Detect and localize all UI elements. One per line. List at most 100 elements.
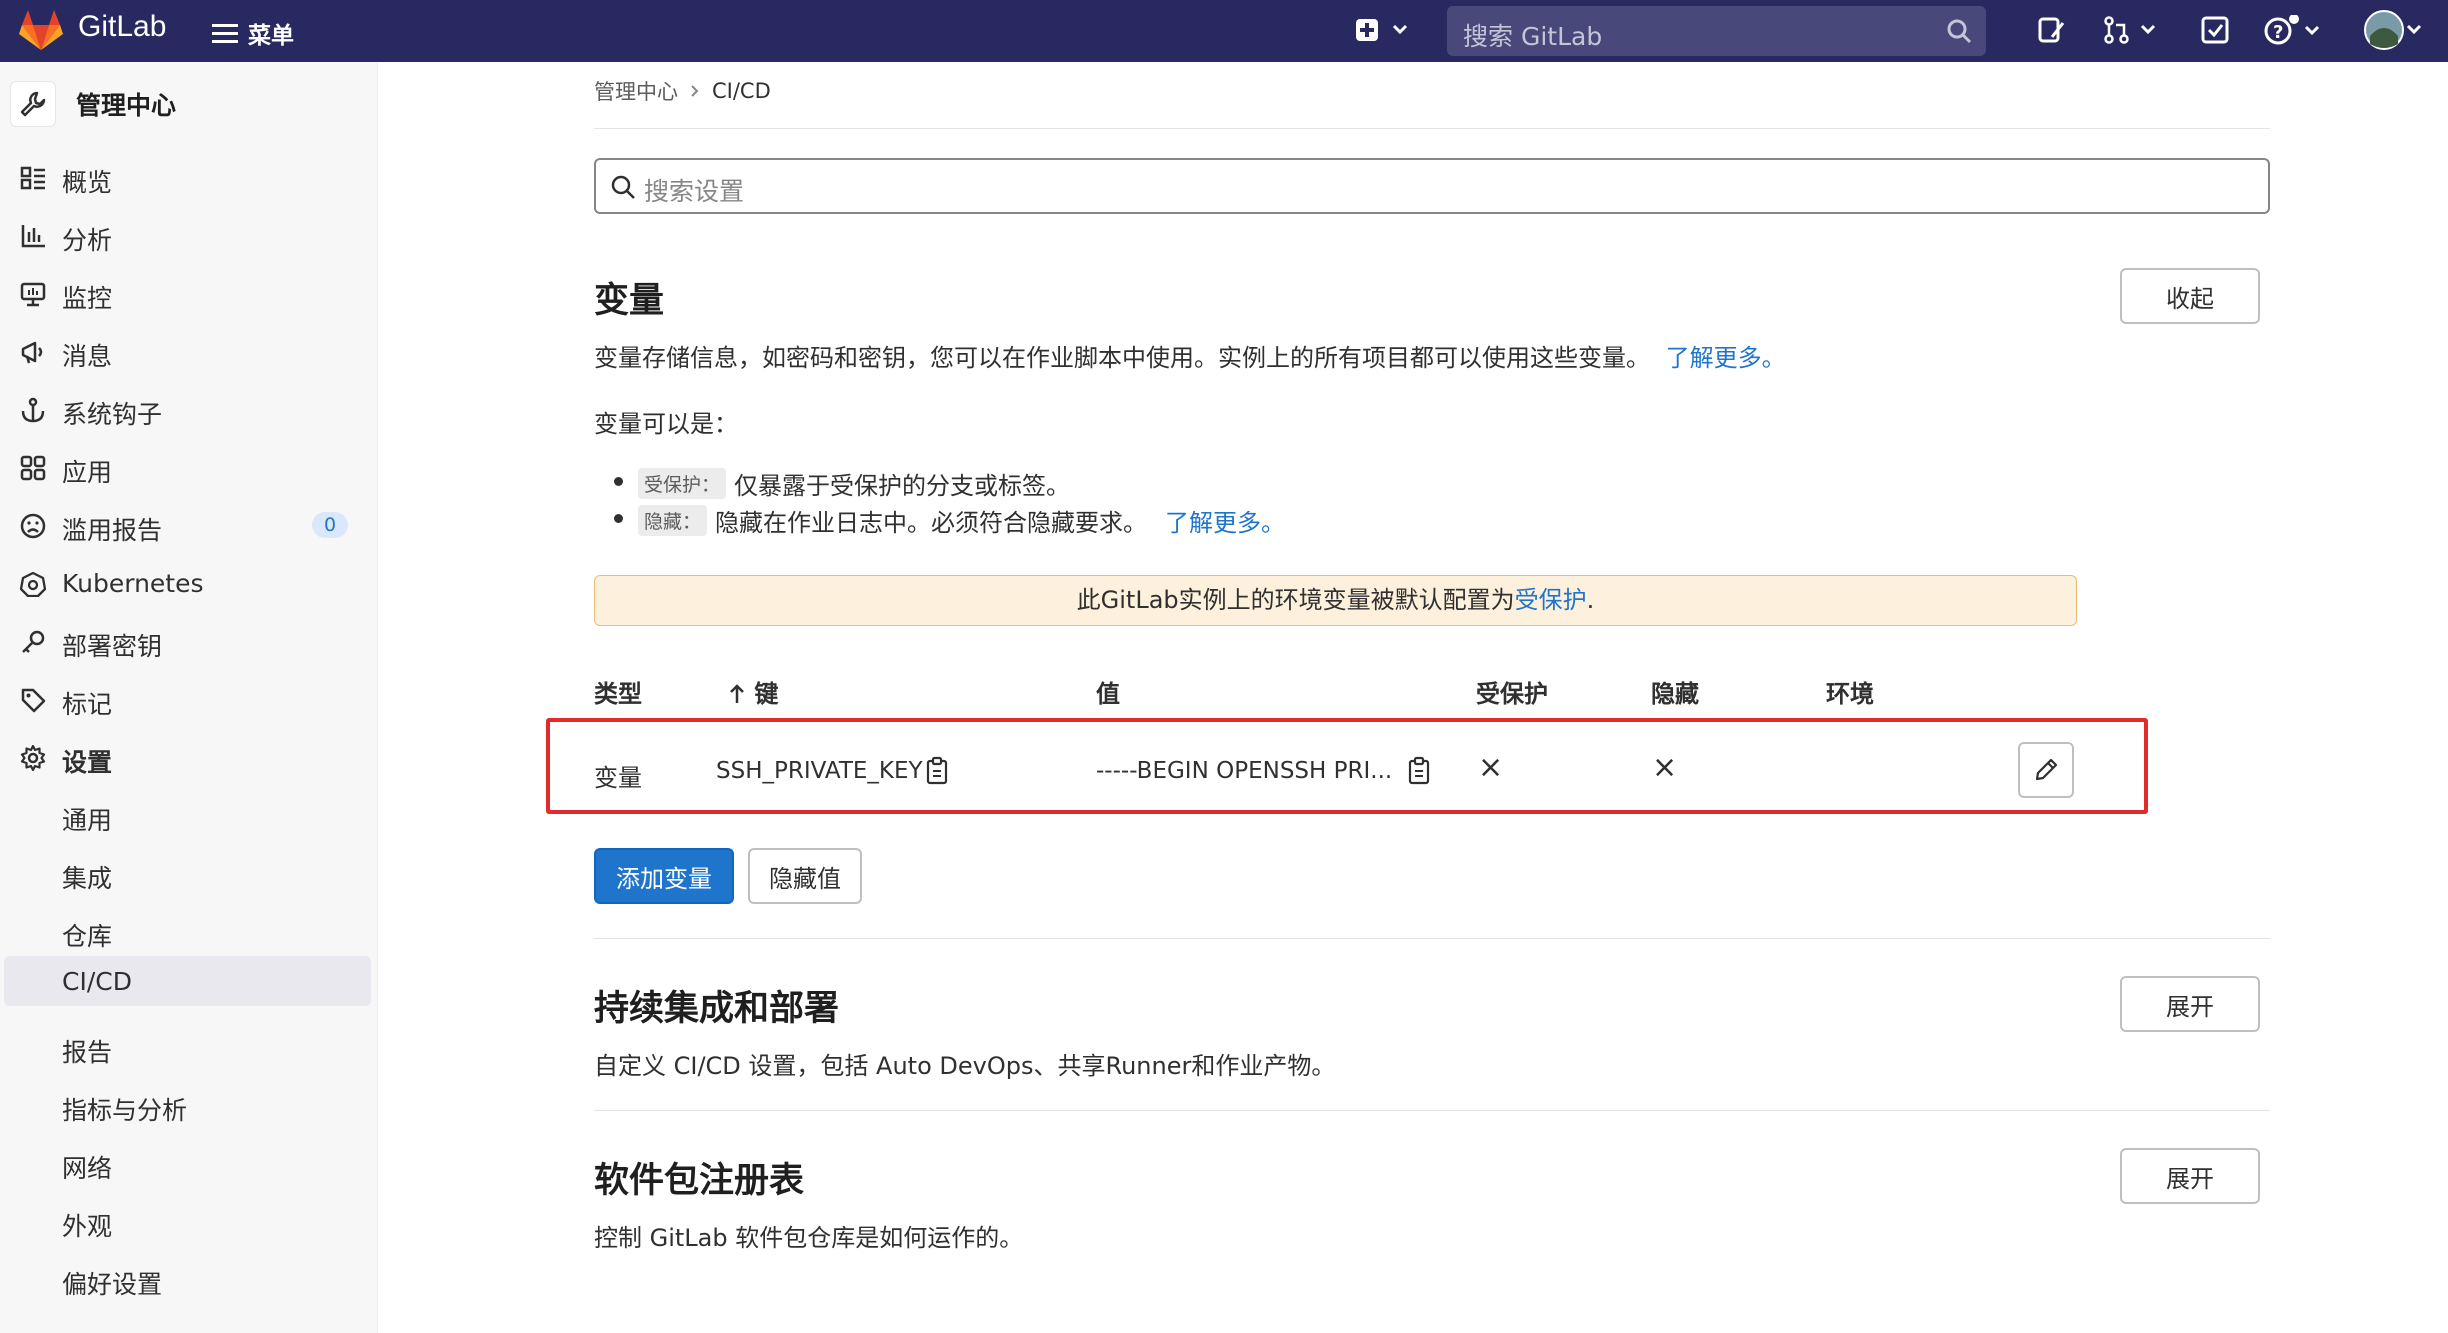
cell-type: 变量 [594,764,642,792]
sidebar-item-monitoring[interactable]: 监控 [0,268,378,318]
breadcrumb-current[interactable]: CI/CD [712,79,771,103]
bullet-dot [614,514,623,523]
sidebar-item-kubernetes[interactable]: Kubernetes [0,558,378,608]
divider [594,128,2270,129]
global-search-input[interactable]: 搜索 GitLab [1447,6,1986,56]
sidebar-item-label: 部署密钥 [62,632,163,661]
divider [594,938,2270,939]
copy-value-icon[interactable] [1406,756,1432,786]
sidebar-subitem-integrations[interactable]: 集成 [0,848,378,898]
sidebar: 管理中心 概览 分析 监控 消息 系统钩子 应用 滥用报告 0 Kubernet… [0,62,378,1333]
sidebar-item-label: 通用 [62,806,113,835]
breadcrumb: 管理中心 CI/CD [594,76,771,106]
key-icon [22,630,45,653]
sidebar-subitem-network[interactable]: 网络 [0,1138,378,1188]
sidebar-item-label: CI/CD [62,967,132,996]
sidebar-subitem-repository[interactable]: 仓库 [0,906,378,956]
learn-more-link[interactable]: 了解更多。 [1165,503,1285,538]
alert-end: . [1586,586,1595,614]
sidebar-item-messages[interactable]: 消息 [0,326,378,376]
cell-masked-close-icon: × [1652,750,1678,785]
user-menu-button[interactable] [2364,8,2428,58]
protected-tag: 受保护： [638,468,727,499]
sidebar-item-label: 分析 [62,226,113,255]
bullet-dot [614,477,623,486]
todos-button[interactable] [2200,15,2230,51]
settings-search-input[interactable]: 搜索设置 [594,158,2270,214]
list-item: 隐藏： 隐藏在作业日志中。必须符合隐藏要求。 了解更多。 [614,503,1285,538]
protected-link[interactable]: 受保护 [1515,586,1587,614]
column-header-key[interactable]: 键 [728,674,778,709]
new-dropdown-button[interactable] [1352,15,1412,51]
sidebar-item-label: 偏好设置 [62,1270,163,1299]
plus-square-icon [1356,19,1408,41]
top-navbar: GitLab 菜单 搜索 GitLab ? [0,0,2448,62]
description-text: 变量存储信息，如密码和密钥，您可以在作业脚本中使用。实例上的所有项目都可以使用这… [594,344,1650,372]
collapse-button[interactable]: 收起 [2120,268,2260,324]
help-button[interactable]: ? [2264,14,2328,53]
learn-more-link[interactable]: 了解更多。 [1666,344,1786,372]
sidebar-item-label: 报告 [62,1038,113,1067]
add-variable-button[interactable]: 添加变量 [594,848,734,904]
sidebar-item-settings[interactable]: 设置 [0,732,378,782]
breadcrumb-parent[interactable]: 管理中心 [594,76,678,106]
sidebar-subitem-cicd[interactable]: CI/CD [4,956,371,1006]
sidebar-item-deploy-keys[interactable]: 部署密钥 [0,616,378,666]
package-registry-description: 控制 GitLab 软件包仓库是如何运作的。 [594,1224,1024,1252]
cell-protected-close-icon: × [1478,750,1504,785]
avatar [2364,10,2422,50]
help-icon: ? [2264,14,2320,45]
merge-requests-button[interactable] [2102,15,2162,51]
label-icon [21,688,46,713]
sidebar-item-label: Kubernetes [62,569,204,598]
expand-cicd-button[interactable]: 展开 [2120,976,2260,1032]
sort-arrow-up-icon [730,684,744,703]
list-item: 受保护： 仅暴露于受保护的分支或标签。 [614,466,1070,501]
edit-variable-button[interactable] [2018,742,2074,798]
menu-button[interactable]: 菜单 [212,16,294,50]
sidebar-subitem-appearance[interactable]: 外观 [0,1196,378,1246]
sidebar-item-analytics[interactable]: 分析 [0,210,378,260]
sidebar-item-label: 集成 [62,864,113,893]
pencil-icon [2035,758,2058,781]
brand-name[interactable]: GitLab [78,10,166,44]
sidebar-item-system-hooks[interactable]: 系统钩子 [0,384,378,434]
sidebar-subitem-preferences[interactable]: 偏好设置 [0,1254,378,1304]
search-icon [1947,19,1972,44]
copy-key-icon[interactable] [924,756,950,786]
sidebar-item-label: 应用 [62,458,113,487]
svg-text:?: ? [2273,22,2283,43]
sidebar-item-label: 设置 [62,748,113,777]
sidebar-item-abuse-reports[interactable]: 滥用报告 0 [0,500,378,550]
chart-icon [21,225,45,248]
count-badge: 0 [312,512,348,538]
sidebar-item-applications[interactable]: 应用 [0,442,378,492]
expand-package-registry-button[interactable]: 展开 [2120,1148,2260,1204]
grid-icon [20,455,46,481]
search-placeholder: 搜索设置 [644,177,745,206]
sidebar-subitem-reporting[interactable]: 报告 [0,1022,378,1072]
sidebar-item-labels[interactable]: 标记 [0,674,378,724]
wrench-icon [20,91,46,117]
sidebar-item-label: 概览 [62,168,113,197]
reveal-values-button[interactable]: 隐藏值 [748,848,862,904]
gitlab-logo-icon[interactable] [18,8,64,52]
sidebar-item-label: 监控 [62,284,113,313]
sidebar-subitem-general[interactable]: 通用 [0,790,378,840]
issues-icon [2038,17,2065,43]
menu-label: 菜单 [248,23,294,49]
sidebar-item-label: 消息 [62,342,113,371]
sidebar-header[interactable]: 管理中心 [10,78,370,130]
issues-button[interactable] [2036,15,2066,51]
sidebar-item-label: 仓库 [62,922,113,951]
sidebar-item-label: 系统钩子 [62,400,163,429]
sidebar-subitem-metrics[interactable]: 指标与分析 [0,1080,378,1130]
column-header-environment: 环境 [1826,680,1874,708]
search-placeholder: 搜索 GitLab [1463,22,1603,51]
column-header-masked: 隐藏 [1651,680,1699,708]
sidebar-item-label: 指标与分析 [62,1096,188,1125]
column-header-protected: 受保护 [1476,680,1548,708]
sidebar-item-overview[interactable]: 概览 [0,152,378,202]
face-icon [20,513,46,539]
masked-tag: 隐藏： [638,505,708,536]
